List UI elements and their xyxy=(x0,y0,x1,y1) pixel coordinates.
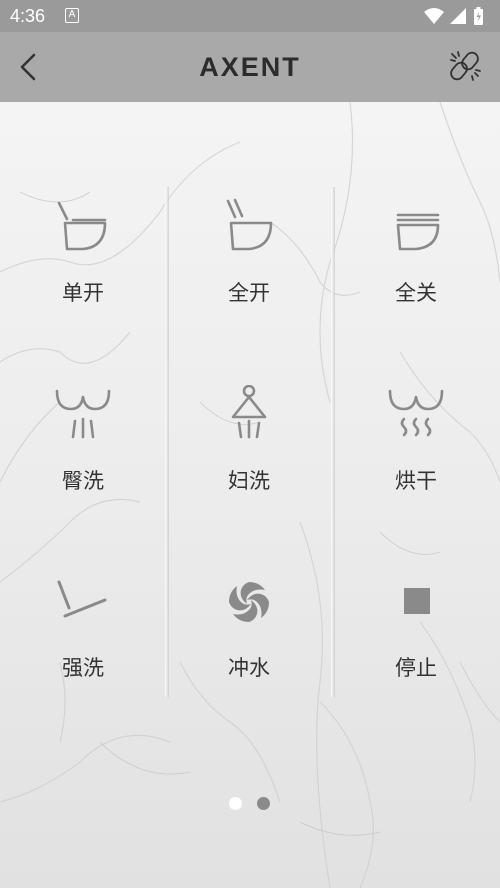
flush-icon xyxy=(229,582,269,622)
cell-label: 单开 xyxy=(62,281,104,305)
lid-open-button[interactable]: 单开 xyxy=(0,197,166,377)
stop-button[interactable]: 停止 xyxy=(333,572,499,752)
page-title: AXENT xyxy=(199,52,301,82)
page-dot[interactable] xyxy=(257,797,270,810)
control-panel: 单开 全开 全关 臀洗 妇洗 烘干 强洗 冲水 停止 xyxy=(0,102,500,888)
wifi-icon xyxy=(424,8,444,24)
all-closed-button[interactable]: 全关 xyxy=(333,197,499,377)
cell-label: 全开 xyxy=(228,281,270,305)
flush-button[interactable]: 冲水 xyxy=(166,572,332,752)
app-bar: AXENT xyxy=(0,32,500,102)
cell-label: 臀洗 xyxy=(62,469,104,493)
page-dot-active[interactable] xyxy=(229,797,242,810)
battery-icon xyxy=(474,7,483,25)
all-closed-icon xyxy=(396,213,440,251)
cell-label: 停止 xyxy=(395,656,437,680)
seat-lid-open-button[interactable]: 全开 xyxy=(166,197,332,377)
stop-icon xyxy=(404,588,430,614)
seat-lid-open-icon xyxy=(226,198,273,251)
cell-label: 全关 xyxy=(395,281,437,305)
cell-label: 冲水 xyxy=(228,656,270,680)
front-wash-button[interactable]: 妇洗 xyxy=(166,385,332,565)
strong-wash-icon xyxy=(57,580,107,618)
lid-open-icon xyxy=(57,201,107,251)
dry-icon xyxy=(388,389,444,437)
rear-wash-button[interactable]: 臀洗 xyxy=(0,385,166,565)
rear-wash-icon xyxy=(55,389,111,439)
notification-icon: A xyxy=(65,8,79,23)
status-time: 4:36 xyxy=(10,6,46,26)
cell-label: 烘干 xyxy=(395,469,437,493)
link-button[interactable] xyxy=(448,49,482,83)
status-bar: 4:36 A xyxy=(0,0,500,32)
cell-label: 妇洗 xyxy=(228,469,270,493)
strong-wash-button[interactable]: 强洗 xyxy=(0,572,166,752)
cell-label: 强洗 xyxy=(62,656,104,680)
signal-icon xyxy=(450,8,466,24)
dry-button[interactable]: 烘干 xyxy=(333,385,499,565)
link-icon xyxy=(450,51,481,81)
front-wash-icon xyxy=(231,385,267,439)
status-icons xyxy=(422,6,492,30)
